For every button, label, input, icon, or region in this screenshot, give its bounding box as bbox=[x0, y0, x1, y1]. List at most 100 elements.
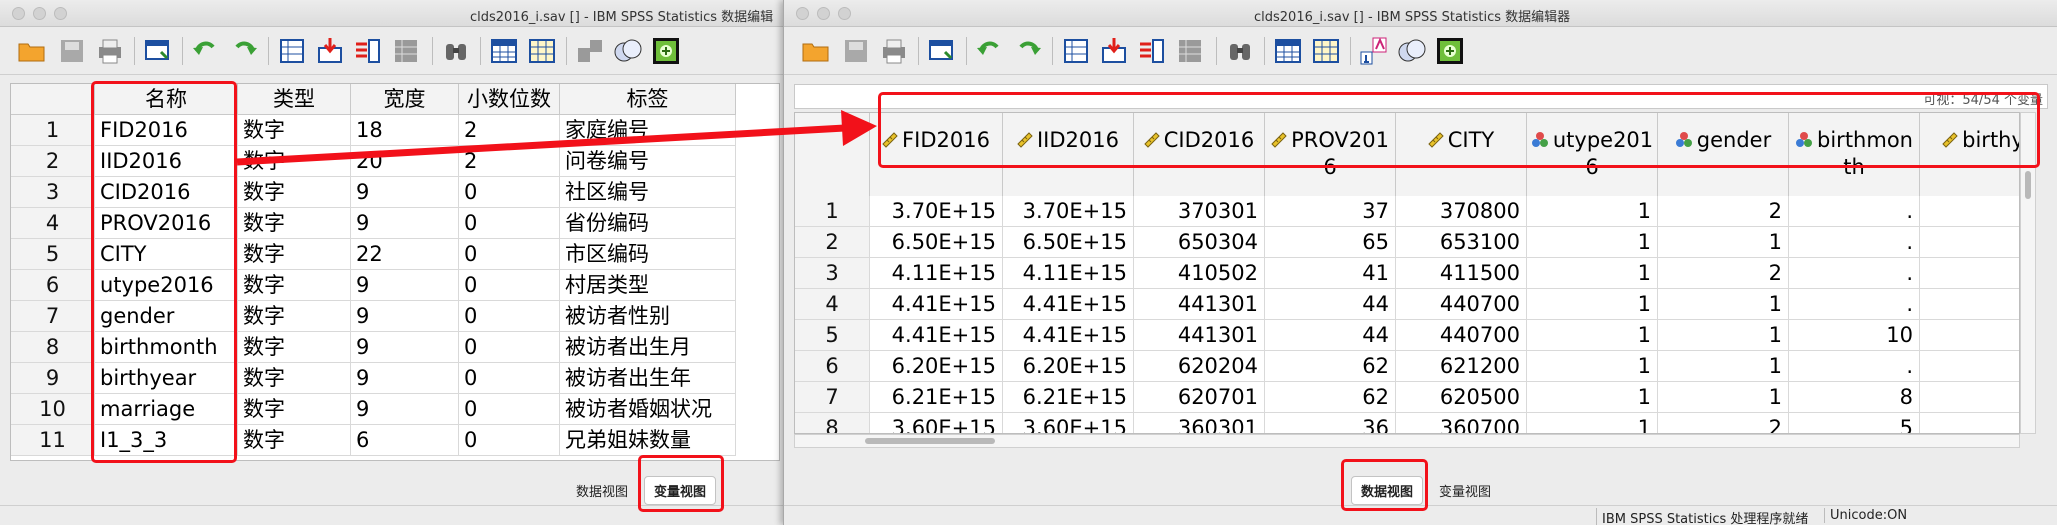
table-cell[interactable]: 410502 bbox=[1134, 258, 1265, 289]
table-row[interactable]: 6 utype2016 数字 9 0 村居类型 bbox=[11, 270, 736, 301]
table-cell[interactable]: 0 bbox=[459, 301, 560, 332]
table-row[interactable]: 54.41E+154.41E+1544130144440700111019 bbox=[795, 320, 2019, 351]
table-cell[interactable]: CITY bbox=[95, 239, 238, 270]
insert-variable-icon[interactable] bbox=[526, 35, 558, 67]
redo-icon[interactable] bbox=[228, 35, 260, 67]
table-cell[interactable]: . bbox=[1789, 351, 1920, 382]
table-cell[interactable]: 0 bbox=[459, 177, 560, 208]
value-labels-icon[interactable] bbox=[1396, 35, 1428, 67]
save-icon[interactable] bbox=[56, 35, 88, 67]
table-cell[interactable]: 被访者婚姻状况 bbox=[560, 394, 736, 425]
table-cell[interactable]: 省份编码 bbox=[560, 208, 736, 239]
table-row[interactable]: 8 birthmonth 数字 9 0 被访者出生月 bbox=[11, 332, 736, 363]
column-header[interactable]: 名称 bbox=[95, 84, 238, 115]
table-cell[interactable]: 被访者性别 bbox=[560, 301, 736, 332]
table-cell[interactable]: 370800 bbox=[1396, 196, 1527, 227]
table-cell[interactable]: 6.50E+15 bbox=[870, 227, 1003, 258]
table-cell[interactable]: 3.60E+15 bbox=[870, 413, 1003, 433]
print-icon[interactable] bbox=[878, 35, 910, 67]
table-cell[interactable]: 19 bbox=[1920, 413, 2019, 433]
table-cell[interactable]: birthmonth bbox=[95, 332, 238, 363]
table-cell[interactable]: 440700 bbox=[1396, 289, 1527, 320]
save-icon[interactable] bbox=[840, 35, 872, 67]
table-cell[interactable]: 数字 bbox=[238, 332, 351, 363]
table-cell[interactable]: marriage bbox=[95, 394, 238, 425]
cell-editor-bar[interactable]: 可视：54/54 个变量 bbox=[794, 84, 2048, 109]
table-cell[interactable]: 数字 bbox=[238, 363, 351, 394]
table-cell[interactable]: 650304 bbox=[1134, 227, 1265, 258]
open-folder-icon[interactable] bbox=[800, 35, 832, 67]
table-cell[interactable]: 2 bbox=[1658, 413, 1789, 433]
variable-header[interactable]: CID2016 bbox=[1134, 113, 1265, 196]
table-cell[interactable]: 村居类型 bbox=[560, 270, 736, 301]
table-cell[interactable]: 0 bbox=[459, 270, 560, 301]
table-cell[interactable]: 6.20E+15 bbox=[870, 351, 1003, 382]
variable-grid[interactable]: 名称 类型 宽度 小数位数 标签 1 FID2016 数字 18 2 家庭编号 2 IID2016 数字… bbox=[10, 83, 780, 461]
table-cell[interactable]: CID2016 bbox=[95, 177, 238, 208]
table-cell[interactable]: 0 bbox=[459, 208, 560, 239]
table-cell[interactable]: 数字 bbox=[238, 394, 351, 425]
table-cell[interactable]: 2 bbox=[1658, 258, 1789, 289]
column-header[interactable]: 类型 bbox=[238, 84, 351, 115]
table-cell[interactable]: 9 bbox=[351, 394, 459, 425]
table-cell[interactable]: 19 bbox=[1920, 227, 2019, 258]
window-controls[interactable] bbox=[12, 7, 67, 20]
vertical-scrollbar[interactable] bbox=[2020, 112, 2036, 434]
table-cell[interactable]: 1 bbox=[1658, 227, 1789, 258]
insert-cases-icon[interactable] bbox=[1272, 35, 1304, 67]
table-cell[interactable]: 62 bbox=[1265, 382, 1396, 413]
table-row[interactable]: 13.70E+153.70E+153703013737080012.19 bbox=[795, 196, 2019, 227]
table-cell[interactable]: 19 bbox=[1920, 320, 2019, 351]
table-cell[interactable]: 19 bbox=[1920, 382, 2019, 413]
table-cell[interactable]: . bbox=[1789, 258, 1920, 289]
table-cell[interactable]: 22 bbox=[351, 239, 459, 270]
table-cell[interactable]: 市区编码 bbox=[560, 239, 736, 270]
table-cell[interactable]: 1 bbox=[1658, 320, 1789, 351]
table-cell[interactable]: 4.11E+15 bbox=[870, 258, 1003, 289]
insert-variable-icon[interactable] bbox=[1310, 35, 1342, 67]
column-header[interactable]: 标签 bbox=[560, 84, 736, 115]
table-cell[interactable]: 数字 bbox=[238, 270, 351, 301]
table-row[interactable]: 1 FID2016 数字 18 2 家庭编号 bbox=[11, 115, 736, 146]
table-cell[interactable]: 1 bbox=[1527, 382, 1658, 413]
variable-header[interactable]: PROV2016 bbox=[1265, 113, 1396, 196]
table-cell[interactable]: 19 bbox=[1920, 258, 2019, 289]
table-cell[interactable]: 1 bbox=[1527, 227, 1658, 258]
table-cell[interactable]: utype2016 bbox=[95, 270, 238, 301]
run-descriptives-icon[interactable] bbox=[390, 35, 422, 67]
table-cell[interactable]: 62 bbox=[1265, 351, 1396, 382]
table-cell[interactable]: 620500 bbox=[1396, 382, 1527, 413]
variable-header[interactable]: CITY bbox=[1396, 113, 1527, 196]
table-cell[interactable]: 数字 bbox=[238, 301, 351, 332]
column-header[interactable]: 宽度 bbox=[351, 84, 459, 115]
table-cell[interactable]: 6.20E+15 bbox=[1003, 351, 1134, 382]
table-row[interactable]: 76.21E+156.21E+156207016262050011819 bbox=[795, 382, 2019, 413]
table-cell[interactable]: 3.70E+15 bbox=[1003, 196, 1134, 227]
table-cell[interactable]: 37 bbox=[1265, 196, 1396, 227]
table-cell[interactable]: 6.50E+15 bbox=[1003, 227, 1134, 258]
table-cell[interactable]: 360700 bbox=[1396, 413, 1527, 433]
variables-icon[interactable] bbox=[1136, 35, 1168, 67]
scroll-thumb[interactable] bbox=[865, 438, 995, 444]
table-cell[interactable]: 4.41E+15 bbox=[870, 289, 1003, 320]
table-cell[interactable]: 0 bbox=[459, 363, 560, 394]
table-row[interactable]: 4 PROV2016 数字 9 0 省份编码 bbox=[11, 208, 736, 239]
table-cell[interactable]: 问卷编号 bbox=[560, 146, 736, 177]
table-row[interactable]: 26.50E+156.50E+156503046565310011.19 bbox=[795, 227, 2019, 258]
table-cell[interactable]: 440700 bbox=[1396, 320, 1527, 351]
table-cell[interactable]: 370301 bbox=[1134, 196, 1265, 227]
table-cell[interactable]: 被访者出生年 bbox=[560, 363, 736, 394]
variable-header[interactable]: gender bbox=[1658, 113, 1789, 196]
table-cell[interactable]: 9 bbox=[351, 301, 459, 332]
tab-data-view[interactable]: 数据视图 bbox=[566, 476, 638, 505]
recall-dialog-icon[interactable] bbox=[142, 35, 174, 67]
table-cell[interactable]: 2 bbox=[459, 146, 560, 177]
table-cell[interactable]: 9 bbox=[351, 177, 459, 208]
zoom-button[interactable] bbox=[54, 7, 67, 20]
open-folder-icon[interactable] bbox=[16, 35, 48, 67]
table-cell[interactable]: 数字 bbox=[238, 425, 351, 456]
table-cell[interactable]: 620204 bbox=[1134, 351, 1265, 382]
table-cell[interactable]: 1 bbox=[1527, 351, 1658, 382]
window-controls[interactable] bbox=[796, 7, 851, 20]
table-cell[interactable]: 9 bbox=[351, 332, 459, 363]
